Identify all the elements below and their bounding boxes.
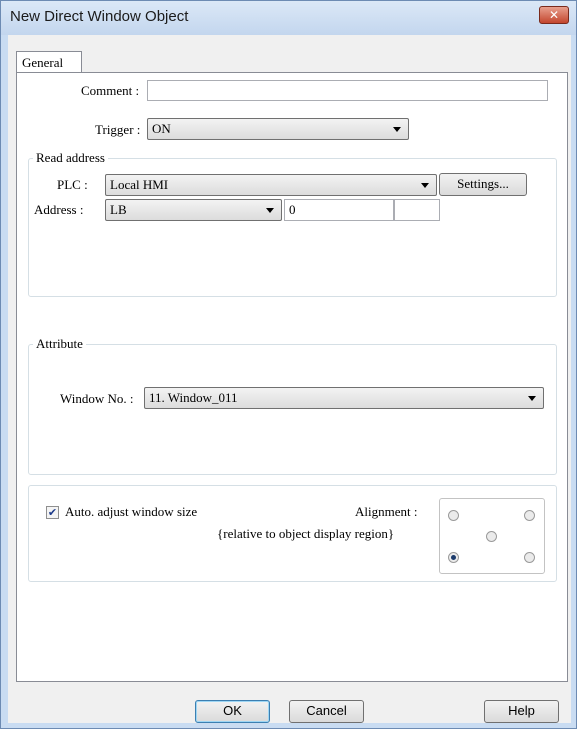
auto-adjust-checkbox[interactable]: ✔ [46,506,59,519]
dialog-client-area: General Comment : Trigger : ON Read addr… [8,35,571,723]
trigger-dropdown[interactable]: ON [147,118,409,140]
window-size-group: ✔ Auto. adjust window size Alignment : {… [28,485,557,582]
trigger-value: ON [152,121,171,136]
tab-general-label: General [22,55,64,70]
chevron-down-icon [266,208,274,213]
plc-label: PLC : [57,177,88,192]
address-device-dropdown[interactable]: LB [105,199,282,221]
settings-button[interactable]: Settings... [439,173,527,196]
address-input[interactable]: 0 [284,199,394,221]
help-button[interactable]: Help [484,700,559,723]
tab-panel-general: Comment : Trigger : ON Read address PLC … [16,72,568,682]
alignment-bottom-right-radio[interactable] [524,552,535,563]
alignment-top-right-radio[interactable] [524,510,535,521]
plc-dropdown[interactable]: Local HMI [105,174,437,196]
auto-adjust-label: Auto. adjust window size [65,504,198,519]
window-no-label: Window No. : [60,391,134,406]
read-address-group: Read address PLC : Local HMI Settings...… [28,150,557,297]
alignment-note: {relative to object display region} [217,526,395,541]
tab-general[interactable]: General [16,51,82,73]
check-icon: ✔ [47,506,58,519]
chevron-down-icon [421,183,429,188]
read-address-title: Read address [33,150,108,166]
cancel-button[interactable]: Cancel [289,700,364,723]
chevron-down-icon [393,127,401,132]
address-device-value: LB [110,202,127,217]
dialog-window: New Direct Window Object ✕ General Comme… [0,0,577,729]
alignment-selector [439,498,545,574]
window-no-dropdown[interactable]: 11. Window_011 [144,387,544,409]
address-suffix-input[interactable] [394,199,440,221]
chevron-down-icon [528,396,536,401]
comment-input[interactable] [147,80,548,101]
alignment-label: Alignment : [355,504,418,519]
attribute-group: Attribute Window No. : 11. Window_011 [28,336,557,475]
address-label: Address : [34,202,84,217]
alignment-top-left-radio[interactable] [448,510,459,521]
alignment-bottom-left-radio[interactable] [448,552,459,563]
trigger-label: Trigger : [95,122,141,137]
comment-label: Comment : [81,83,140,98]
window-title: New Direct Window Object [10,8,189,25]
window-no-value: 11. Window_011 [149,390,238,405]
close-button[interactable]: ✕ [539,6,569,24]
attribute-title: Attribute [33,336,86,352]
alignment-center-radio[interactable] [486,531,497,542]
plc-value: Local HMI [110,177,169,192]
ok-button[interactable]: OK [195,700,270,723]
close-icon: ✕ [548,8,560,22]
title-bar[interactable]: New Direct Window Object ✕ [1,1,576,35]
